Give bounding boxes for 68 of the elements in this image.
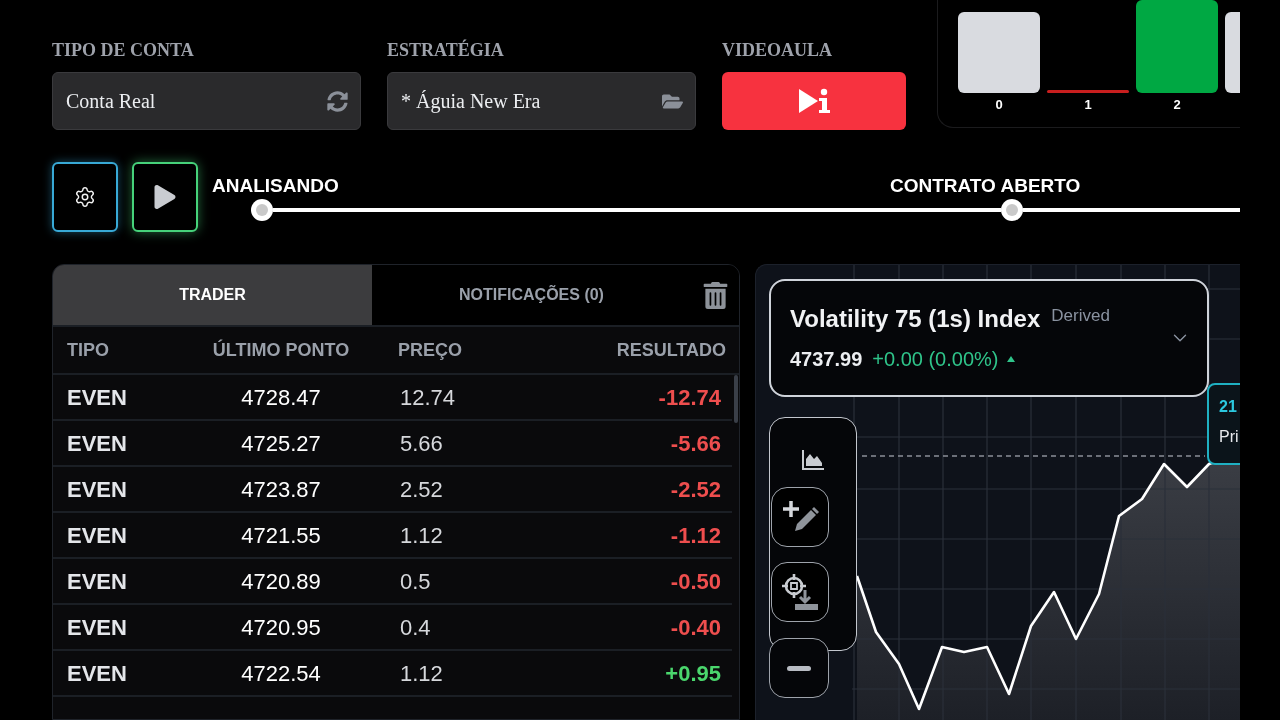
play-info-icon: [797, 87, 831, 115]
area-chart-icon[interactable]: [801, 449, 825, 471]
table-cell-text: 4720.89: [241, 567, 321, 596]
table-cell-text: EVEN: [67, 383, 127, 412]
table-cell-text: 4723.87: [241, 475, 321, 504]
field-label: VIDEOAULA: [722, 39, 832, 61]
price-change: +0.00 (0.00%): [872, 347, 999, 371]
minus-icon: [787, 665, 811, 671]
table-cell-text: -0.40: [670, 613, 721, 642]
table-cell-text: 0.5: [400, 567, 431, 596]
refresh-icon: [327, 90, 348, 112]
start-button[interactable]: [132, 162, 198, 232]
table-cell-text: 4722.54: [241, 659, 321, 688]
trash-icon: [701, 281, 729, 309]
field-label: ESTRATÉGIA: [387, 39, 504, 61]
table-cell-text: -5.66: [670, 429, 721, 458]
column-header: RESULTADO: [616, 338, 726, 362]
table-cell-text: 0.4: [400, 613, 431, 642]
tooltip-label: Pri: [1219, 427, 1239, 447]
table-cell-text: 12.74: [400, 383, 456, 412]
table-cell-text: -0.50: [670, 567, 721, 596]
settings-button[interactable]: [52, 162, 118, 232]
zoom-out-button[interactable]: [769, 638, 829, 698]
delete-button[interactable]: [701, 281, 729, 309]
symbol-name: Volatility 75 (1s) Index: [790, 305, 1041, 333]
table-cell-text: EVEN: [67, 613, 127, 642]
table-cell-text: EVEN: [67, 521, 127, 550]
symbol-card[interactable]: Volatility 75 (1s) Index Derived 4737.99 +0.00 (0.00%): [769, 279, 1209, 397]
table-cell-text: -1.12: [670, 521, 721, 550]
play-icon: [153, 185, 177, 209]
step-label: CONTRATO ABERTO: [890, 175, 1081, 197]
table-cell-text: 5.66: [400, 429, 443, 458]
add-drawing-button[interactable]: [771, 487, 829, 547]
digit-label: 0: [995, 97, 1003, 113]
table-cell-text: EVEN: [67, 567, 127, 596]
digit-label: 2: [1173, 97, 1181, 113]
tooltip-value: 21: [1219, 397, 1237, 417]
strategy-select[interactable]: * Águia New Era: [387, 72, 696, 130]
up-triangle-icon: [1006, 356, 1015, 362]
field-label: TIPO DE CONTA: [52, 39, 194, 61]
table-cell-text: 4725.27: [241, 429, 321, 458]
symbol-category: Derived: [1051, 305, 1110, 327]
table-cell-text: -12.74: [658, 383, 721, 412]
table-cell-text: EVEN: [67, 429, 127, 458]
table-cell-text: EVEN: [67, 475, 127, 504]
table-cell-text: 4728.47: [241, 383, 321, 412]
scrollbar-thumb[interactable]: [733, 375, 738, 423]
table-cell-text: 1.12: [400, 521, 443, 550]
digit-label: 1: [1084, 97, 1092, 113]
account-type-select[interactable]: Conta Real: [52, 72, 361, 130]
table-cell-text: 2.52: [400, 475, 443, 504]
column-header: PREÇO: [398, 338, 462, 362]
column-header: TIPO: [67, 338, 109, 362]
video-lesson-button[interactable]: [722, 72, 906, 130]
tab[interactable]: TRADER: [53, 265, 372, 325]
table-cell-text: 1.12: [400, 659, 443, 688]
current-price: 4737.99: [790, 347, 863, 371]
crosshair-download-icon: [781, 573, 819, 611]
step-label: ANALISANDO: [212, 175, 339, 197]
table-cell-text: EVEN: [67, 659, 127, 688]
table-cell-text: 4720.95: [241, 613, 321, 642]
settings-icon: [74, 186, 96, 208]
table-cell-text: -2.52: [670, 475, 721, 504]
column-header: ÚLTIMO PONTO: [212, 338, 350, 362]
crosshair-download-button[interactable]: [771, 562, 829, 622]
table-cell-text: +0.95: [665, 659, 721, 688]
tab[interactable]: NOTIFICAÇÕES (0): [372, 265, 691, 325]
table-cell-text: 4721.55: [241, 521, 321, 550]
